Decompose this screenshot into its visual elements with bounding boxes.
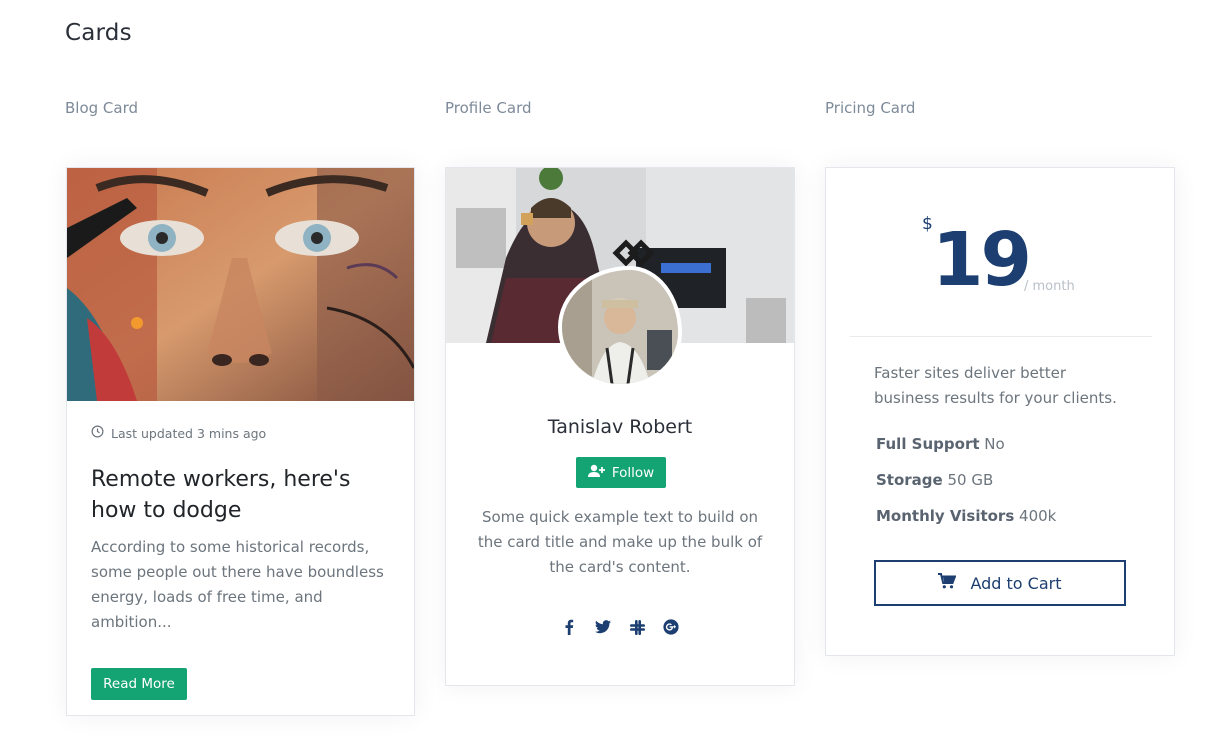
- profile-text: Some quick example text to build on the …: [477, 508, 763, 576]
- slack-icon[interactable]: [627, 617, 647, 637]
- cart-icon: [938, 573, 957, 593]
- section-label-pricing: Pricing Card: [825, 99, 916, 117]
- profile-card: Tanislav Robert Follow Some quick exampl…: [445, 167, 795, 686]
- follow-label: Follow: [611, 464, 655, 481]
- profile-name: Tanislav Robert: [547, 416, 693, 438]
- twitter-icon[interactable]: [593, 617, 613, 637]
- divider: [850, 336, 1152, 337]
- feature-storage: Storage 50 GB: [876, 471, 993, 489]
- feature-label: Monthly Visitors: [876, 507, 1015, 525]
- feature-label: Storage: [876, 471, 943, 489]
- feature-value: No: [984, 435, 1005, 453]
- feature-monthly-visitors: Monthly Visitors 400k: [876, 507, 1056, 525]
- read-more-button[interactable]: Read More: [91, 668, 187, 700]
- price-period: / month: [1024, 279, 1075, 294]
- clock-icon: [91, 425, 104, 441]
- social-links: [446, 617, 794, 637]
- blog-title: Remote workers, here's how to dodge: [91, 467, 351, 523]
- add-to-cart-button[interactable]: Add to Cart: [874, 560, 1126, 606]
- blog-meta-text: Last updated 3 mins ago: [111, 425, 267, 441]
- section-label-blog: Blog Card: [65, 99, 139, 117]
- avatar: [558, 266, 682, 388]
- google-plus-icon[interactable]: [661, 617, 681, 637]
- pricing-card: $ 19 / month Faster sites deliver better…: [825, 167, 1175, 656]
- user-plus-icon: [587, 464, 606, 482]
- blog-meta: Last updated 3 mins ago: [91, 425, 266, 441]
- price-amount: 19: [932, 217, 1032, 303]
- blog-image: [67, 168, 414, 401]
- feature-value: 400k: [1019, 507, 1057, 525]
- feature-label: Full Support: [876, 435, 980, 453]
- blog-text: According to some historical records, so…: [91, 538, 384, 631]
- section-label-profile: Profile Card: [445, 99, 532, 117]
- feature-value: 50 GB: [947, 471, 994, 489]
- feature-full-support: Full Support No: [876, 435, 1005, 453]
- price-description: Faster sites deliver better business res…: [874, 364, 1117, 407]
- facebook-icon[interactable]: [559, 617, 579, 637]
- page-title: Cards: [65, 20, 132, 46]
- add-to-cart-label: Add to Cart: [970, 573, 1062, 593]
- follow-button[interactable]: Follow: [576, 457, 666, 488]
- blog-card: Last updated 3 mins ago Remote workers, …: [66, 167, 415, 716]
